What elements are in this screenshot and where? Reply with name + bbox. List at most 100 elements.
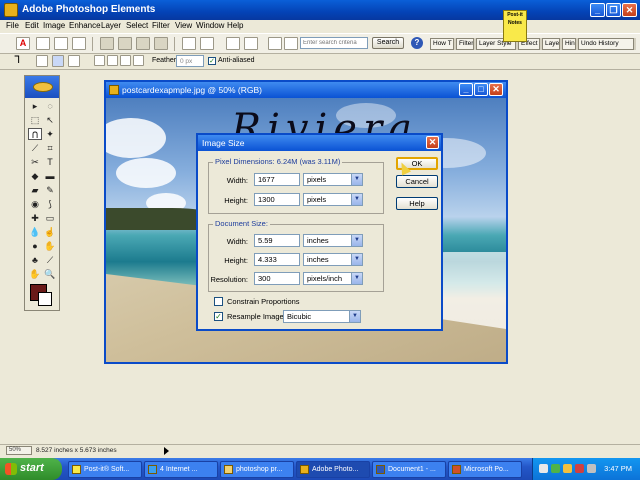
menu-image[interactable]: Image <box>43 21 65 30</box>
hand-tool-icon[interactable]: ✋ <box>28 268 42 280</box>
selection-brush-tool-icon[interactable]: ⟋ <box>28 142 42 154</box>
close-button[interactable]: ✕ <box>622 3 637 17</box>
magic-wand-tool-icon[interactable]: ✦ <box>43 128 57 140</box>
tray-shield-icon[interactable] <box>563 464 572 473</box>
open-file-icon[interactable] <box>54 37 68 50</box>
pixel-width-input[interactable]: 1677 <box>254 173 300 186</box>
doc-minimize-button[interactable]: _ <box>459 83 473 96</box>
doc-height-unit-select[interactable]: inches ▼ <box>303 253 363 266</box>
marquee-tool-icon[interactable]: ⬚ <box>28 114 42 126</box>
resample-image-checkbox[interactable]: ✓ <box>214 312 223 321</box>
paint-bucket-tool-icon[interactable]: ◆ <box>28 170 42 182</box>
move-arrow-tool-icon[interactable]: ↖ <box>43 114 57 126</box>
search-button[interactable]: Search <box>372 37 404 49</box>
pixel-height-unit-select[interactable]: pixels ▼ <box>303 193 363 206</box>
move-tool-icon[interactable]: ▸ <box>28 100 42 112</box>
minimize-button[interactable]: _ <box>590 3 605 17</box>
resample-method-select[interactable]: Bicubic ▼ <box>283 310 361 323</box>
add-selection-icon[interactable] <box>107 55 118 66</box>
gradient-tool-icon[interactable]: ▬ <box>43 170 57 182</box>
pixel-height-input[interactable]: 1300 <box>254 193 300 206</box>
menu-view[interactable]: View <box>175 21 192 30</box>
pixel-width-unit-select[interactable]: pixels ▼ <box>303 173 363 186</box>
taskbar-item-powerpoint[interactable]: Microsoft Po... <box>448 461 522 478</box>
polygonal-lasso-icon[interactable] <box>52 55 64 67</box>
step-forward-icon[interactable] <box>200 37 214 50</box>
tray-volume-icon[interactable] <box>587 464 596 473</box>
menu-edit[interactable]: Edit <box>25 21 39 30</box>
palette-tab-layers[interactable]: Layer <box>542 38 560 50</box>
tray-antivirus-icon[interactable] <box>575 464 584 473</box>
menu-enhance[interactable]: Enhance <box>69 21 101 30</box>
subtract-selection-icon[interactable] <box>120 55 131 66</box>
doc-maximize-button[interactable]: □ <box>474 83 488 96</box>
web-icon[interactable] <box>154 37 168 50</box>
smudge-tool-icon[interactable]: ☝ <box>43 226 57 238</box>
doc-close-button[interactable]: ✕ <box>489 83 503 96</box>
crop-tool-icon[interactable]: ⌗ <box>43 142 57 154</box>
help-icon[interactable]: ? <box>411 37 423 49</box>
doc-width-input[interactable]: 5.59 <box>254 234 300 247</box>
search-input[interactable] <box>300 37 368 49</box>
undo-icon[interactable] <box>226 37 240 50</box>
help-button[interactable]: Help <box>396 197 438 210</box>
taskbar-item-internet[interactable]: 4 Internet ... <box>144 461 218 478</box>
menu-window[interactable]: Window <box>196 21 224 30</box>
palette-tab-how-to[interactable]: How T <box>430 38 454 50</box>
resolution-input[interactable]: 300 <box>254 272 300 285</box>
palette-tab-filters[interactable]: Filter <box>456 38 474 50</box>
taskbar-item-document1[interactable]: Document1 - ... <box>372 461 446 478</box>
import-icon[interactable] <box>72 37 86 50</box>
feather-input[interactable]: 0 px <box>176 55 204 67</box>
burn-tool-icon[interactable]: ✋ <box>43 240 57 252</box>
taskbar-item-photoshop-folder[interactable]: photoshop pr... <box>220 461 294 478</box>
cancel-button[interactable]: Cancel <box>396 175 438 188</box>
doc-height-input[interactable]: 4.333 <box>254 253 300 266</box>
new-file-icon[interactable] <box>36 37 50 50</box>
eyedropper-tool-icon[interactable]: ⟋ <box>43 254 57 266</box>
blur-tool-icon[interactable]: 💧 <box>28 226 42 238</box>
anti-aliased-checkbox[interactable]: ✓ <box>208 57 216 65</box>
redo-icon[interactable] <box>244 37 258 50</box>
lasso-tool-icon[interactable]: ᑎ <box>28 128 42 140</box>
email-icon[interactable] <box>136 37 150 50</box>
background-color-swatch[interactable] <box>38 292 52 306</box>
menu-select[interactable]: Select <box>126 21 148 30</box>
tray-network-icon[interactable] <box>551 464 560 473</box>
taskbar-item-postit[interactable]: Post-it® Soft... <box>68 461 142 478</box>
clone-stamp-tool-icon[interactable]: ♣ <box>28 254 42 266</box>
restore-button[interactable]: ❐ <box>606 3 621 17</box>
menu-filter[interactable]: Filter <box>152 21 170 30</box>
red-eye-tool-icon[interactable]: ◉ <box>28 198 42 210</box>
print-icon[interactable] <box>118 37 132 50</box>
lasso-options-icon[interactable]: ᒣ <box>14 55 26 67</box>
shape-tool-icon[interactable]: ▰ <box>28 184 42 196</box>
tray-help-icon[interactable] <box>539 464 548 473</box>
status-menu-arrow-icon[interactable] <box>164 447 169 455</box>
sponge-tool-icon[interactable]: ● <box>28 240 42 252</box>
resolution-unit-select[interactable]: pixels/inch ▼ <box>303 272 363 285</box>
brush-tool-icon[interactable]: ⟆ <box>43 198 57 210</box>
menu-help[interactable]: Help <box>227 21 243 30</box>
dialog-close-button[interactable]: ✕ <box>426 136 439 149</box>
magnetic-lasso-icon[interactable] <box>68 55 80 67</box>
menu-file[interactable]: File <box>6 21 19 30</box>
zoom-magnifier-tool-icon[interactable]: 🔍 <box>43 268 57 280</box>
file-browser-icon[interactable] <box>284 37 298 50</box>
eraser-tool-icon[interactable]: ▭ <box>43 212 57 224</box>
pencil-tool-icon[interactable]: ✎ <box>43 184 57 196</box>
menu-layer[interactable]: Layer <box>101 21 121 30</box>
healing-brush-tool-icon[interactable]: ✚ <box>28 212 42 224</box>
palette-tab-undo-history[interactable]: Undo History <box>578 38 634 50</box>
quick-fix-icon[interactable] <box>268 37 282 50</box>
doc-width-unit-select[interactable]: inches ▼ <box>303 234 363 247</box>
constrain-proportions-checkbox[interactable] <box>214 297 223 306</box>
type-tool-icon[interactable]: T <box>43 156 57 168</box>
intersect-selection-icon[interactable] <box>133 55 144 66</box>
save-icon[interactable] <box>100 37 114 50</box>
new-selection-icon[interactable] <box>94 55 105 66</box>
post-it-notes-icon[interactable]: Post-it Notes <box>503 10 527 42</box>
zoom-level-field[interactable]: 50% <box>6 446 32 455</box>
palette-tab-hints[interactable]: Hin <box>562 38 576 50</box>
zoom-tool-icon[interactable]: ◌ <box>43 100 57 112</box>
